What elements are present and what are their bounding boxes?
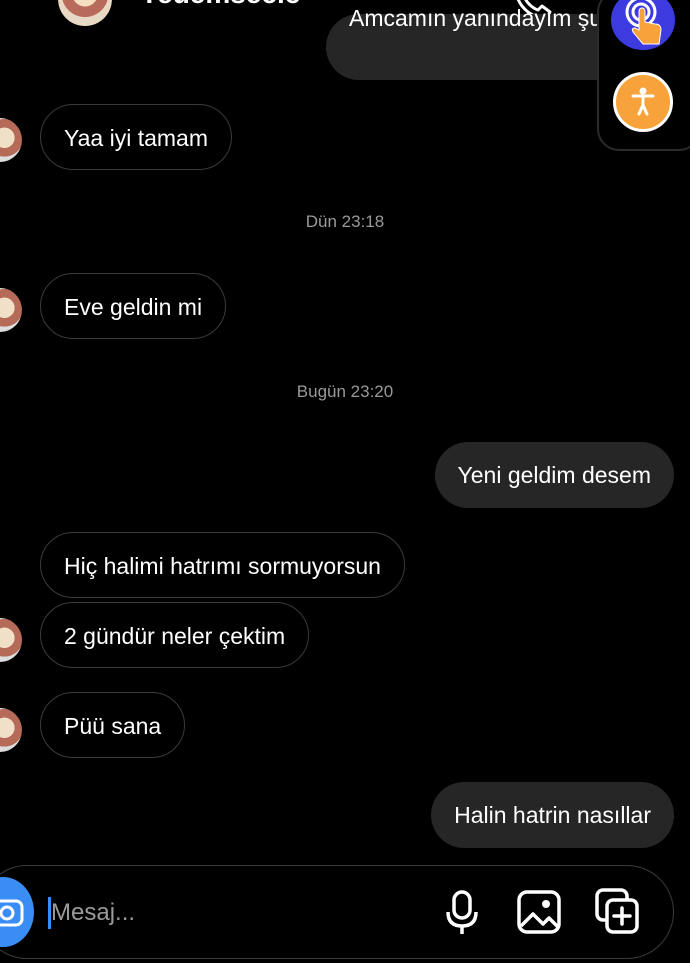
message-text: Halin hatrin nasıllar (454, 802, 651, 828)
message-incoming[interactable]: Yaa iyi tamam (40, 104, 233, 170)
sender-avatar[interactable] (0, 118, 22, 162)
message-incoming[interactable]: Hiç halimi hatrımı sormuyorsun (40, 532, 405, 598)
message-input[interactable] (51, 893, 411, 933)
accessibility-button[interactable] (613, 72, 673, 132)
timestamp: Dün 23:18 (305, 212, 385, 231)
sticker-add-icon[interactable] (593, 886, 641, 938)
touch-assist-button[interactable] (611, 0, 675, 50)
message-text: Amcamın yanındayım şu an (349, 5, 635, 31)
accessibility-icon (631, 87, 655, 116)
message-text: Yeni geldim desem (457, 462, 652, 488)
camera-icon (0, 899, 24, 927)
message-incoming[interactable]: 2 gündür neler çektim (40, 602, 310, 668)
image-icon[interactable] (515, 886, 563, 938)
touch-assist-icon (625, 0, 662, 45)
contact-avatar[interactable] (58, 0, 112, 26)
message-text: 2 gündür neler çektim (64, 623, 286, 649)
message-text: Püü sana (64, 713, 162, 739)
camera-button[interactable] (0, 877, 34, 947)
message-text: Hiç halimi hatrımı sormuyorsun (64, 553, 381, 579)
sender-avatar[interactable] (0, 288, 22, 332)
message-incoming[interactable]: Eve geldin mi (40, 273, 227, 339)
sender-avatar[interactable] (0, 618, 22, 662)
message-text: Eve geldin mi (64, 294, 203, 320)
timestamp: Bugün 23:20 (296, 382, 394, 401)
sender-avatar[interactable] (0, 708, 22, 752)
contact-name[interactable]: Yeuemsecic (140, 0, 300, 10)
message-outgoing[interactable]: Yeni geldim desem (434, 442, 674, 508)
microphone-icon[interactable] (438, 886, 486, 938)
message-incoming[interactable]: Püü sana (40, 692, 186, 758)
message-text: Yaa iyi tamam (64, 125, 209, 151)
message-outgoing[interactable]: Halin hatrin nasıllar (431, 782, 674, 848)
